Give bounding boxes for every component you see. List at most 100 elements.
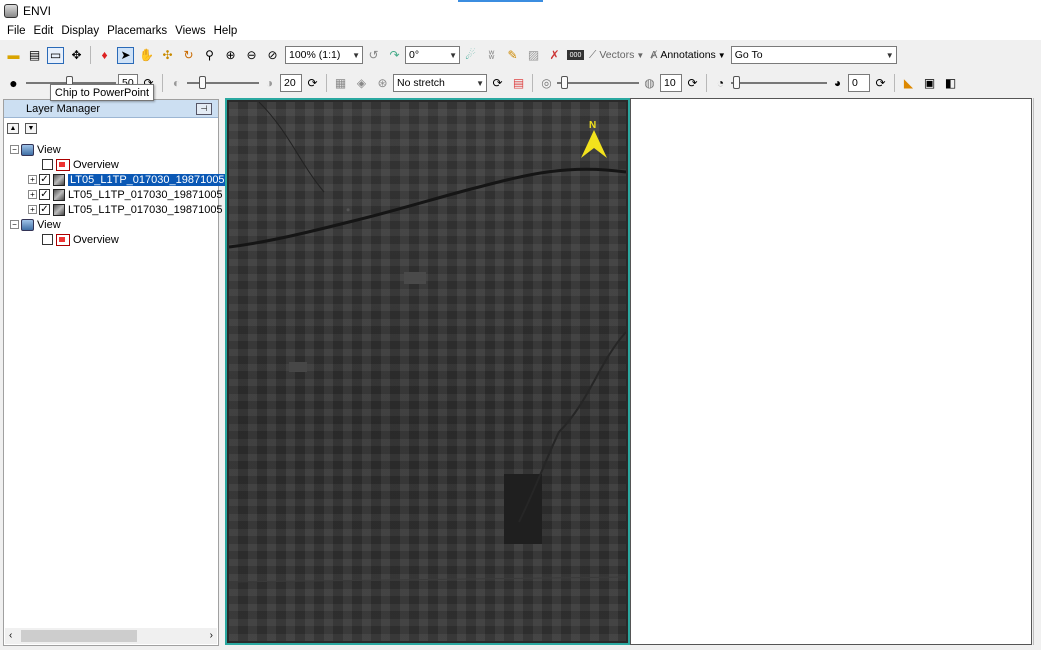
slider-track [731,82,827,84]
expand-icon[interactable]: + [28,190,37,199]
brightness-icon: ● [9,75,18,91]
visibility-checkbox[interactable] [42,234,53,245]
zoom-out-icon[interactable]: ⊖ [243,47,260,64]
stretch-select[interactable]: No stretch ▼ [393,74,487,92]
placemark-icon[interactable]: ♦ [96,47,113,64]
transparency-slider[interactable] [731,74,827,92]
horizontal-scrollbar[interactable]: ‹ › [5,628,217,644]
menu-file[interactable]: File [3,25,30,37]
pin-icon[interactable]: ⊣ [196,102,212,115]
slider-thumb[interactable] [733,76,740,89]
counter-icon[interactable]: 000 [567,50,584,60]
menu-help[interactable]: Help [210,25,242,37]
rotate-left-icon[interactable]: ↺ [365,47,382,64]
chip-to-powerpoint-icon[interactable]: ▭ [47,46,64,64]
contrast-value[interactable]: 20 [280,74,302,92]
collapse-all-icon[interactable]: ▲ [7,122,19,134]
rotate-arrow-icon[interactable]: ↷ [386,47,403,64]
sharpen-value[interactable]: 10 [660,74,682,92]
toolbar-separator [90,46,91,64]
menu-views[interactable]: Views [171,25,209,37]
zoom-tool-icon[interactable]: ⚲ [201,47,218,64]
sharpen-slider[interactable] [557,74,639,92]
tree-node-overview[interactable]: Overview [42,232,119,247]
image-view[interactable]: N [225,98,630,645]
expand-icon[interactable]: + [28,175,37,184]
scroll-left-icon[interactable]: ‹ [9,630,12,641]
contrast-slider[interactable] [187,74,259,92]
visibility-checkbox[interactable]: ✓ [39,189,50,200]
view-icon [21,143,34,156]
rotation-select[interactable]: 0° ▼ [405,46,460,64]
color-table-icon[interactable]: ▤ [510,75,527,92]
pan-hand-icon[interactable]: ✋ [138,47,155,64]
rotate-icon[interactable]: ↻ [180,47,197,64]
satellite-image[interactable]: N [229,102,626,641]
image-window-icon[interactable]: ▣ [921,75,938,92]
slider-track [557,82,639,84]
visibility-checkbox[interactable] [42,159,53,170]
view-icon [21,218,34,231]
histogram-icon[interactable]: ▦ [332,75,349,92]
toolbar-separator [532,74,533,92]
dropdown-arrow-icon: ▼ [717,50,726,60]
tree-node-raster-layer[interactable]: + ✓ LT05_L1TP_017030_19871005 [28,187,223,202]
tree-node-view[interactable]: − View [10,217,61,232]
contrast-icon: ◐ [172,76,181,90]
title-accent [458,0,543,2]
reset-icon[interactable]: ⟳ [872,75,889,92]
vectors-menu-button[interactable]: ⟋ Vectors ▼ [589,49,644,62]
vector-icon: ⟋ [589,48,597,61]
flicker-icon[interactable]: ☄ [462,47,479,64]
tree-node-view[interactable]: − View [10,142,61,157]
blend-icon[interactable]: ▨ [525,47,542,64]
tree-node-raster-layer[interactable]: + ✓ LT05_L1TP_017030_19871005 [28,172,227,187]
stretch-settings-icon[interactable]: ⊛ [374,75,391,92]
reset-icon[interactable]: ⟳ [684,75,701,92]
tree-node-overview[interactable]: Overview [42,157,119,172]
chevron-down-icon: ▼ [476,78,484,88]
select-arrow-icon[interactable]: ➤ [117,46,134,64]
image-features [229,102,626,583]
open-folder-icon[interactable]: ▬ [5,47,22,64]
annotations-menu-button[interactable]: Ⱥ Annotations ▼ [650,49,725,61]
chevron-down-icon: ▼ [885,50,894,60]
zoom-in-icon[interactable]: ⊕ [222,47,239,64]
visibility-checkbox[interactable]: ✓ [39,204,50,215]
pan-cross-icon[interactable]: ✥ [68,47,85,64]
reset-icon[interactable]: ⟳ [304,75,321,92]
collapse-icon[interactable]: − [10,220,19,229]
chevron-down-icon: ▼ [352,50,360,60]
scroll-right-icon[interactable]: › [210,630,213,641]
expand-all-icon[interactable]: ▼ [25,122,37,134]
fly-icon[interactable]: ✣ [159,47,176,64]
data-manager-icon[interactable]: ▤ [26,47,43,64]
raster-layer-icon [53,188,65,201]
layout-icon[interactable]: ◧ [942,75,959,92]
slider-thumb[interactable] [199,76,206,89]
slider-thumb[interactable] [561,76,568,89]
menu-display[interactable]: Display [57,25,103,37]
swipe-icon[interactable]: ʬ [483,47,500,64]
zoom-select[interactable]: 100% (1:1) ▼ [285,46,363,64]
layer-manager-header: Layer Manager ⊣ [4,100,218,118]
transparency-value[interactable]: 0 [848,74,870,92]
portal-icon[interactable]: ✎ [504,47,521,64]
goto-select[interactable]: Go To ▼ [730,46,897,64]
visibility-checkbox[interactable]: ✓ [39,174,50,185]
zoom-full-icon[interactable]: ⊘ [264,47,281,64]
roi-icon[interactable]: ✗ [546,47,563,64]
dropdown-arrow-icon: ▼ [636,50,645,60]
empty-view[interactable] [630,98,1032,645]
scrollbar-thumb[interactable] [21,630,137,642]
collapse-icon[interactable]: − [10,145,19,154]
envi-app-icon [4,4,18,18]
menu-edit[interactable]: Edit [30,25,58,37]
expand-icon[interactable]: + [28,205,37,214]
reset-icon[interactable]: ⟳ [489,75,506,92]
tree-node-raster-layer[interactable]: + ✓ LT05_L1TP_017030_19871005 [28,202,223,217]
stretch-icon[interactable]: ◈ [353,75,370,92]
menu-placemarks[interactable]: Placemarks [103,25,171,37]
window-title: ENVI [23,4,52,18]
ruler-icon[interactable]: ◣ [900,75,917,92]
